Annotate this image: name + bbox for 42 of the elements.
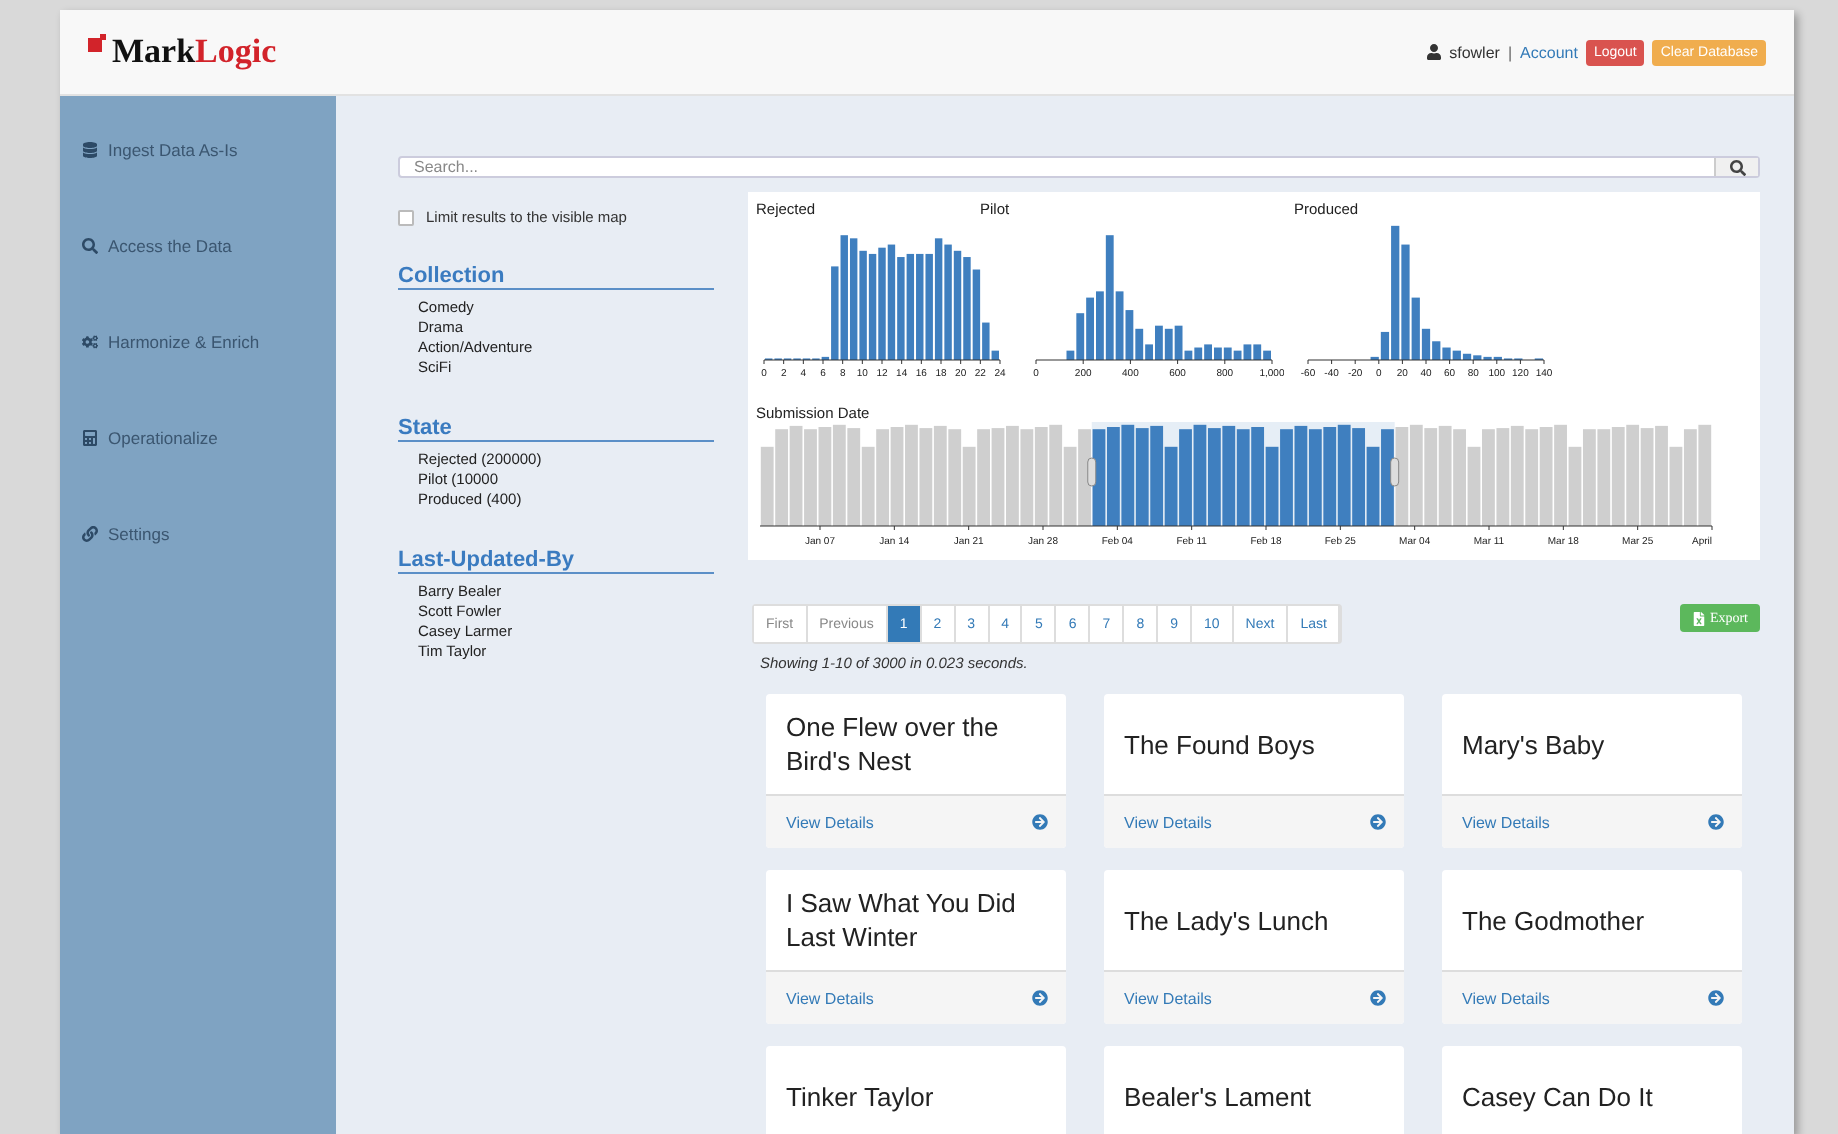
facet-heading: Last-Updated-By	[398, 548, 714, 574]
facet-heading: State	[398, 416, 714, 442]
link-icon	[82, 525, 98, 541]
result-title: One Flew over the Bird's Nest	[784, 710, 1001, 780]
sidebar-item[interactable]: Operationalize	[60, 420, 336, 454]
view-details-link[interactable]: View Details	[1462, 813, 1550, 831]
brush-handle[interactable]	[1087, 457, 1097, 487]
result-title: Tinker Taylor	[784, 1079, 936, 1116]
user-name: sfowler	[1449, 43, 1500, 61]
search-input[interactable]: Search...	[400, 158, 1714, 176]
brush-handle[interactable]	[1390, 457, 1400, 487]
sidebar-item[interactable]: Harmonize & Enrich	[60, 324, 336, 358]
facet-heading: Collection	[398, 264, 714, 290]
user-icon	[1425, 44, 1442, 60]
view-details-link[interactable]: View Details	[1124, 989, 1212, 1007]
view-details-link[interactable]: View Details	[1462, 989, 1550, 1007]
gears-icon	[82, 333, 98, 349]
view-details-link[interactable]: View Details	[1124, 813, 1212, 831]
logo-icon	[88, 34, 106, 52]
logo-text: MarkLogic	[112, 32, 277, 72]
calculator-icon	[82, 429, 98, 445]
database-icon	[82, 141, 98, 157]
result-title: Casey Can Do It	[1460, 1079, 1655, 1116]
view-details-link[interactable]: View Details	[786, 989, 874, 1007]
separator-text: |	[1507, 43, 1513, 61]
result-title: Bealer's Lament	[1122, 1079, 1314, 1115]
result-title: The Found Boys	[1122, 727, 1317, 764]
result-title: Mary's Baby	[1460, 727, 1607, 764]
result-title: I Saw What You Did Last Winter	[784, 886, 1018, 956]
checkbox[interactable]	[398, 209, 414, 225]
search-icon	[82, 237, 98, 253]
sidebar-item[interactable]: Ingest Data As-Is	[60, 132, 336, 166]
view-details-link[interactable]: View Details	[786, 813, 874, 831]
search-icon	[1729, 159, 1745, 175]
sidebar-item[interactable]: Access the Data	[60, 228, 336, 262]
file-icon	[1691, 611, 1706, 625]
result-title: The Godmother	[1460, 903, 1647, 939]
account-link[interactable]: Account	[1520, 43, 1578, 61]
result-title: The Lady's Lunch	[1122, 903, 1331, 940]
search-button[interactable]	[1714, 158, 1758, 176]
sidebar-item[interactable]: Settings	[60, 516, 336, 550]
search-field[interactable]: Search...	[398, 156, 1760, 178]
